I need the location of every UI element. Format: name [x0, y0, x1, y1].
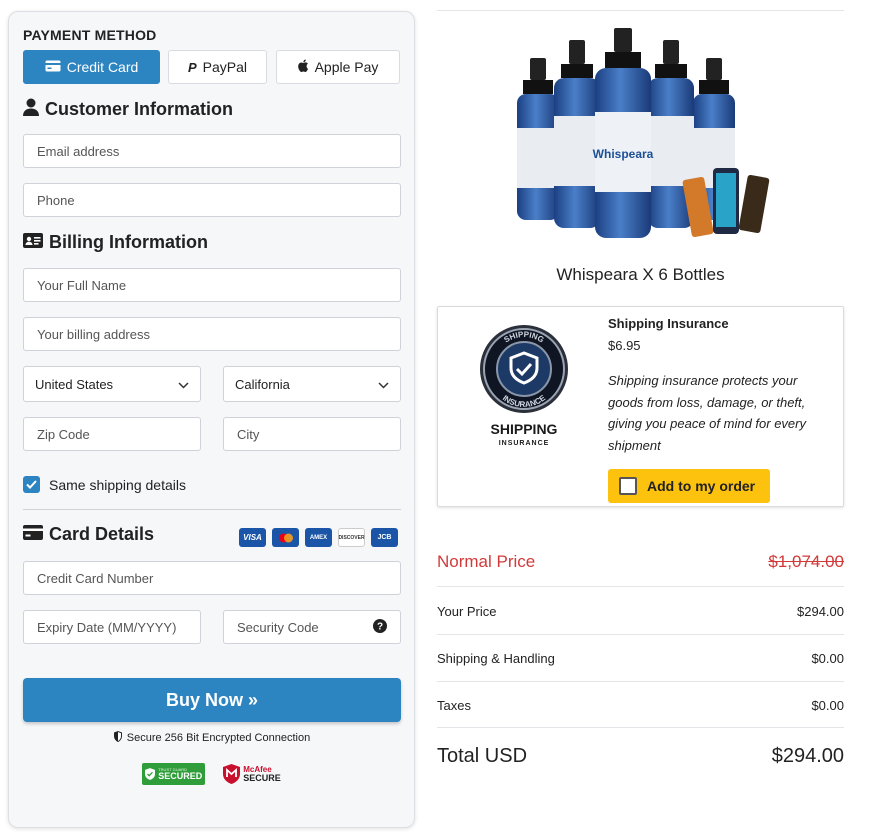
- customer-info-title: Customer Information: [45, 99, 234, 119]
- shipping-row: Shipping & Handling $0.00: [437, 648, 844, 668]
- mcafee-shield-icon: [223, 764, 241, 784]
- secure-connection-text: Secure 256 Bit Encrypted Connection: [126, 732, 311, 744]
- payment-method-title: PAYMENT METHOD: [23, 27, 157, 43]
- amex-icon: AMEX: [305, 528, 332, 547]
- total-row: Total USD $294.00: [437, 742, 844, 770]
- credit-card-icon: [45, 59, 61, 75]
- apple-icon: [297, 59, 309, 75]
- city-field[interactable]: City: [223, 417, 401, 451]
- your-price-label: Your Price: [437, 603, 497, 619]
- taxes-row: Taxes $0.00: [437, 695, 844, 715]
- mastercard-icon: [272, 528, 299, 547]
- visa-icon: VISA: [239, 528, 266, 547]
- billing-info-title: Billing Information: [49, 232, 208, 252]
- mcafee-secure-badge: McAfee SECURE: [223, 763, 281, 785]
- amex-label: AMEX: [309, 534, 328, 541]
- shield-check-icon: [145, 768, 156, 780]
- buy-now-button[interactable]: Buy Now »: [23, 678, 401, 722]
- insurance-title: Shipping Insurance: [608, 316, 729, 331]
- trust-guard-secured-badge: TRUST GUARD SECURED: [142, 763, 206, 785]
- credit-card-tab-label: Credit Card: [66, 59, 139, 75]
- same-shipping-row[interactable]: Same shipping details: [23, 476, 186, 493]
- state-select-value: California: [235, 376, 290, 392]
- svg-text:?: ?: [377, 621, 383, 632]
- bottle-brand-label: Whispeara: [593, 147, 654, 161]
- product-name: Whispeara X 6 Bottles: [556, 265, 725, 284]
- summary-divider: [437, 727, 844, 728]
- billing-address-field[interactable]: Your billing address: [23, 317, 401, 351]
- insurance-logo-title: SHIPPING: [491, 421, 558, 437]
- insurance-price: $6.95: [608, 338, 641, 353]
- summary-divider: [437, 681, 844, 682]
- trust-badges: TRUST GUARD SECURED McAfee SECURE: [9, 763, 414, 785]
- total-value: $294.00: [771, 744, 844, 767]
- taxes-value: $0.00: [811, 697, 844, 713]
- phone-field[interactable]: Phone: [23, 183, 401, 217]
- section-divider: [23, 509, 401, 510]
- accepted-cards: VISA AMEX DISCOVER JCB: [239, 528, 398, 547]
- country-select-value: United States: [35, 376, 114, 392]
- credit-card-tab[interactable]: Credit Card: [23, 50, 160, 84]
- zip-code-field[interactable]: Zip Code: [23, 417, 201, 451]
- id-card-icon: [23, 232, 43, 253]
- secured-label: SECURED: [158, 770, 203, 781]
- credit-card-icon: [23, 524, 43, 545]
- jcb-label: JCB: [377, 534, 392, 541]
- card-number-field[interactable]: Credit Card Number: [23, 561, 401, 595]
- billing-info-heading: Billing Information: [23, 232, 208, 253]
- paypal-tab[interactable]: P PayPal: [168, 50, 267, 84]
- chevron-down-icon: [178, 377, 189, 392]
- shield-icon: [113, 731, 123, 745]
- taxes-label: Taxes: [437, 697, 471, 713]
- order-summary-panel: Whispeara Whispeara X 6 Bottles SHIPPING…: [437, 0, 844, 837]
- customer-info-heading: Customer Information: [23, 98, 233, 121]
- insurance-description: Shipping insurance protects your goods f…: [608, 373, 806, 453]
- paypal-icon: P: [187, 59, 197, 75]
- total-label: Total USD: [437, 744, 528, 767]
- shipping-value: $0.00: [811, 650, 844, 666]
- user-icon: [23, 98, 39, 121]
- security-code-placeholder: Security Code: [237, 619, 319, 635]
- your-price-row: Your Price $294.00: [437, 601, 844, 621]
- product-bottles-image: Whispeara: [517, 28, 770, 238]
- visa-label: VISA: [243, 533, 262, 542]
- add-insurance-button[interactable]: Add to my order: [608, 469, 770, 503]
- apple-pay-tab-label: Apple Pay: [314, 59, 379, 75]
- apple-pay-tab[interactable]: Apple Pay: [276, 50, 400, 84]
- normal-price-row: Normal Price $1,074.00: [437, 551, 844, 573]
- chevron-down-icon: [378, 377, 389, 392]
- add-insurance-label: Add to my order: [647, 478, 756, 494]
- same-shipping-label: Same shipping details: [49, 476, 186, 493]
- paypal-tab-label: PayPal: [202, 59, 248, 75]
- insurance-logo-subtitle: INSURANCE: [499, 440, 550, 447]
- jcb-icon: JCB: [371, 528, 398, 547]
- discover-icon: DISCOVER: [338, 528, 365, 547]
- summary-divider: [437, 586, 844, 587]
- question-circle-icon[interactable]: ?: [373, 618, 387, 636]
- same-shipping-checkbox[interactable]: [23, 476, 40, 493]
- country-select[interactable]: United States: [23, 366, 201, 402]
- state-select[interactable]: California: [223, 366, 401, 402]
- normal-price-label: Normal Price: [437, 552, 536, 571]
- expiry-date-field[interactable]: Expiry Date (MM/YYYY): [23, 610, 201, 644]
- shipping-insurance-logo: SHIPPING INSURANCE SHIPPING INSURANCE: [480, 325, 568, 447]
- security-code-field[interactable]: Security Code ?: [223, 610, 401, 644]
- add-insurance-checkbox[interactable]: [619, 477, 637, 495]
- email-field[interactable]: Email address: [23, 134, 401, 168]
- your-price-value: $294.00: [797, 603, 844, 619]
- card-details-title: Card Details: [49, 524, 155, 544]
- mcafee-secure-label: SECURE: [243, 772, 281, 783]
- secure-connection-note: Secure 256 Bit Encrypted Connection: [9, 731, 414, 745]
- top-divider: [437, 10, 844, 11]
- full-name-field[interactable]: Your Full Name: [23, 268, 401, 302]
- checkout-form-panel: PAYMENT METHOD Credit Card P PayPal Appl…: [8, 11, 415, 828]
- shipping-label: Shipping & Handling: [437, 650, 555, 666]
- summary-divider: [437, 634, 844, 635]
- card-details-heading: Card Details: [23, 524, 154, 545]
- discover-label: DISCOVER: [338, 534, 365, 541]
- shipping-insurance-card: SHIPPING INSURANCE SHIPPING INSURANCE Sh…: [437, 306, 844, 507]
- normal-price-value: $1,074.00: [768, 552, 844, 571]
